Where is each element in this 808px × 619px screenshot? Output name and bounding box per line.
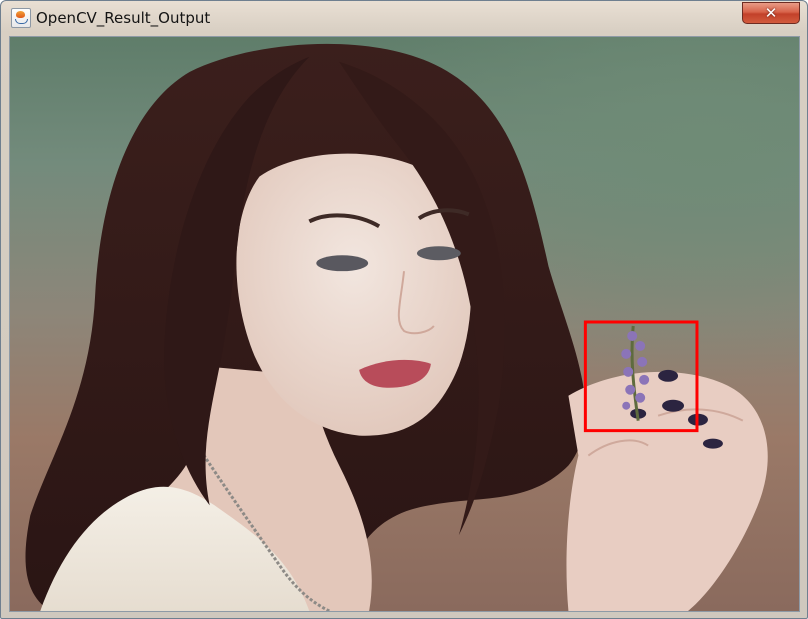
application-window: OpenCV_Result_Output ✕: [0, 0, 808, 619]
close-icon: ✕: [764, 3, 778, 22]
window-title: OpenCV_Result_Output: [36, 9, 211, 27]
java-coffee-cup-icon[interactable]: [11, 8, 31, 28]
close-button[interactable]: ✕: [742, 2, 800, 24]
nail: [658, 369, 679, 382]
result-image-illustration: [25, 43, 768, 611]
nail: [662, 399, 685, 412]
title-bar[interactable]: OpenCV_Result_Output ✕: [1, 1, 807, 35]
right-eye: [416, 246, 461, 261]
nail: [702, 438, 723, 449]
result-image: [9, 36, 800, 612]
left-eye: [316, 255, 369, 272]
